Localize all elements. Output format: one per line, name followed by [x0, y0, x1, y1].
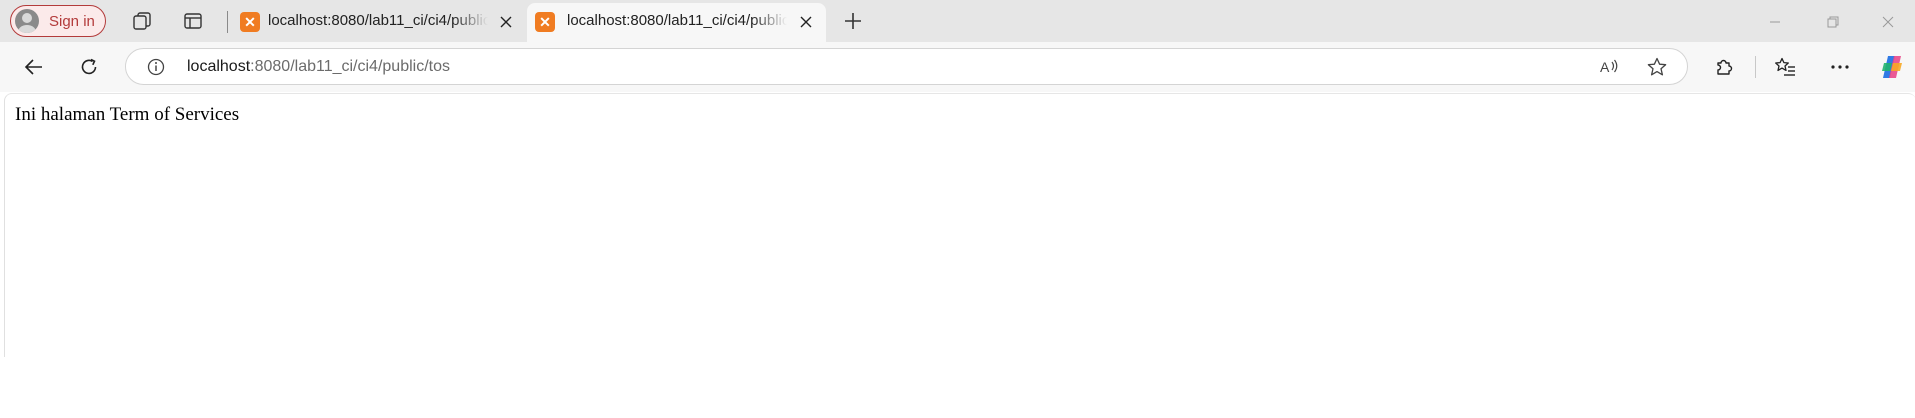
page-viewport: Ini halaman Term of Services: [4, 93, 1915, 357]
url-host: localhost: [187, 58, 251, 75]
tab-title: localhost:8080/lab11_ci/ci4/public/tos: [567, 12, 787, 29]
sign-in-label: Sign in: [49, 13, 95, 30]
info-icon[interactable]: [146, 57, 166, 77]
page-text: Ini halaman Term of Services: [15, 104, 240, 125]
toolbar-separator: [1755, 56, 1756, 78]
tab-actions-icon: [184, 13, 202, 29]
extensions-button[interactable]: [1706, 49, 1742, 85]
close-icon: [1882, 16, 1894, 28]
xampp-favicon-icon: ✕: [535, 12, 555, 32]
svg-text:A: A: [1600, 59, 1610, 75]
tab-title: localhost:8080/lab11_ci/ci4/public/tos: [268, 12, 488, 29]
avatar-icon: [15, 9, 39, 33]
back-button[interactable]: [16, 49, 52, 85]
refresh-button[interactable]: [71, 49, 107, 85]
back-arrow-icon: [24, 59, 42, 75]
copilot-icon: [1882, 56, 1902, 78]
tab-close-icon[interactable]: [796, 12, 816, 32]
xampp-favicon-icon: ✕: [240, 12, 260, 32]
workspaces-icon: [133, 12, 151, 30]
close-window-button[interactable]: [1865, 8, 1911, 36]
plus-icon: [845, 13, 861, 29]
favorite-star-icon[interactable]: [1646, 56, 1668, 78]
restore-icon: [1827, 16, 1839, 28]
refresh-icon: [81, 58, 97, 75]
sign-in-button[interactable]: Sign in: [10, 5, 106, 37]
read-aloud-icon[interactable]: A: [1598, 56, 1620, 78]
vertical-tabs-button[interactable]: [177, 5, 209, 37]
favorites-button[interactable]: [1767, 49, 1803, 85]
tab-separator: [227, 11, 228, 33]
more-dots-icon: [1831, 65, 1849, 69]
puzzle-icon: [1717, 59, 1733, 75]
url-path: :8080/lab11_ci/ci4/public/tos: [250, 58, 450, 75]
copilot-button[interactable]: [1874, 49, 1910, 85]
address-bar[interactable]: localhost:8080/lab11_ci/ci4/public/tos A: [125, 48, 1688, 85]
favorites-list-icon: [1775, 57, 1795, 76]
tab-inactive[interactable]: ✕ localhost:8080/lab11_ci/ci4/public/tos: [232, 3, 524, 42]
more-menu-button[interactable]: [1822, 49, 1858, 85]
tab-close-icon[interactable]: [496, 12, 516, 32]
workspaces-button[interactable]: [126, 5, 158, 37]
minimize-button[interactable]: [1752, 8, 1798, 36]
restore-button[interactable]: [1810, 8, 1856, 36]
url-text[interactable]: localhost:8080/lab11_ci/ci4/public/tos: [187, 58, 450, 76]
minimize-icon: [1770, 21, 1780, 23]
tab-active[interactable]: ✕ localhost:8080/lab11_ci/ci4/public/tos: [527, 3, 826, 42]
new-tab-button[interactable]: [837, 5, 869, 37]
